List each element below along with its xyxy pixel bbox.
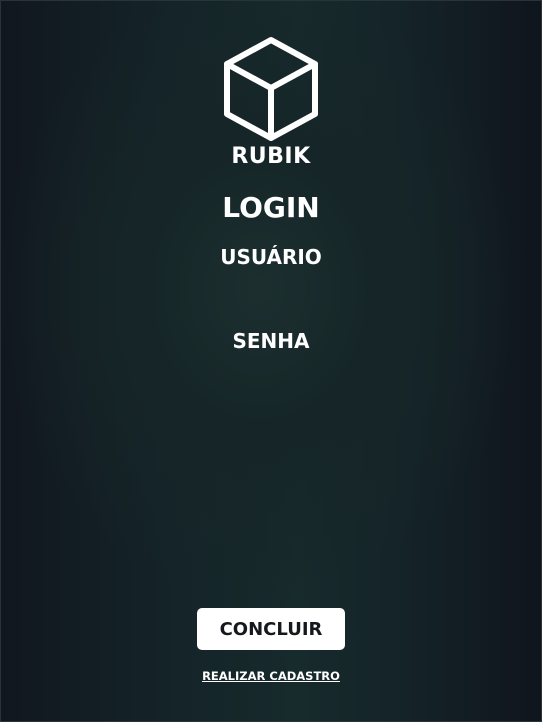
password-label: SENHA	[232, 329, 310, 353]
brand-name: RUBIK	[231, 144, 311, 169]
page-title: LOGIN	[222, 191, 320, 224]
password-input[interactable]	[171, 360, 375, 392]
submit-button[interactable]: CONCLUIR	[197, 608, 345, 650]
cube-icon	[223, 36, 319, 142]
register-link[interactable]: REALIZAR CADASTRO	[0, 668, 542, 684]
username-label: USUÁRIO	[220, 245, 322, 269]
username-input[interactable]	[171, 276, 375, 308]
